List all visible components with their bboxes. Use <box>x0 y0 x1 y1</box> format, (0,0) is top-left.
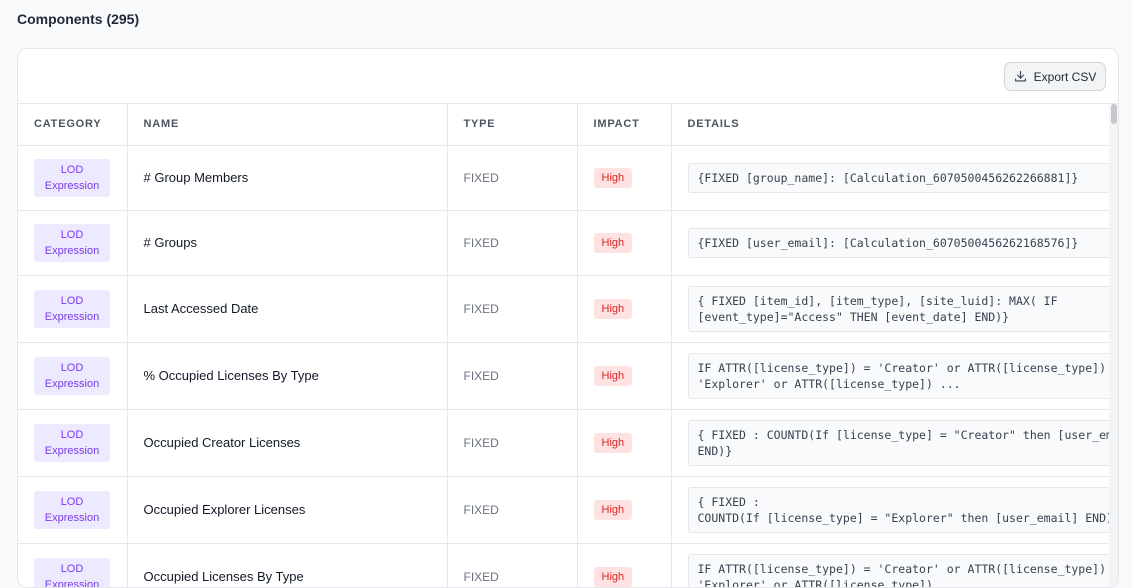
details-code: {FIXED [group_name]: [Calculation_607050… <box>688 163 1112 193</box>
column-header-name[interactable]: NAME <box>127 104 447 145</box>
components-card: Export CSV CATEGORY NAME TYPE IMPACT DET… <box>17 48 1119 588</box>
vertical-scrollbar[interactable] <box>1109 104 1118 588</box>
table-row[interactable]: LOD Expression Occupied Licenses By Type… <box>18 543 1111 588</box>
export-csv-label: Export CSV <box>1034 70 1097 84</box>
download-icon <box>1014 70 1027 83</box>
category-badge: LOD Expression <box>34 558 110 588</box>
category-badge: LOD Expression <box>34 159 110 197</box>
impact-badge: High <box>594 366 633 386</box>
export-csv-button[interactable]: Export CSV <box>1004 62 1106 91</box>
component-type: FIXED <box>447 543 577 588</box>
component-name: % Occupied Licenses By Type <box>127 342 447 409</box>
table-row[interactable]: LOD Expression Occupied Creator Licenses… <box>18 409 1111 476</box>
details-code: { FIXED : COUNTD(If [license_type] = "Ex… <box>688 487 1112 533</box>
details-code: { FIXED [item_id], [item_type], [site_lu… <box>688 286 1112 332</box>
impact-badge: High <box>594 168 633 188</box>
impact-badge: High <box>594 433 633 453</box>
table-row[interactable]: LOD Expression % Occupied Licenses By Ty… <box>18 342 1111 409</box>
component-name: Occupied Licenses By Type <box>127 543 447 588</box>
table-row[interactable]: LOD Expression # Groups FIXED High {FIXE… <box>18 210 1111 275</box>
category-badge: LOD Expression <box>34 224 110 262</box>
component-type: FIXED <box>447 275 577 342</box>
category-badge: LOD Expression <box>34 290 110 328</box>
impact-badge: High <box>594 500 633 520</box>
components-table-wrapper[interactable]: CATEGORY NAME TYPE IMPACT DETAILS LOD Ex… <box>18 104 1111 588</box>
table-header-row: CATEGORY NAME TYPE IMPACT DETAILS <box>18 104 1111 145</box>
component-name: Last Accessed Date <box>127 275 447 342</box>
table-row[interactable]: LOD Expression # Group Members FIXED Hig… <box>18 145 1111 210</box>
impact-badge: High <box>594 233 633 253</box>
component-type: FIXED <box>447 145 577 210</box>
component-type: FIXED <box>447 409 577 476</box>
component-name: # Groups <box>127 210 447 275</box>
page-title: Components (295) <box>17 11 139 27</box>
details-code: {FIXED [user_email]: [Calculation_607050… <box>688 228 1112 258</box>
component-type: FIXED <box>447 342 577 409</box>
details-code: { FIXED : COUNTD(If [license_type] = "Cr… <box>688 420 1112 466</box>
scrollbar-thumb[interactable] <box>1111 104 1117 124</box>
column-header-details[interactable]: DETAILS <box>671 104 1111 145</box>
category-badge: LOD Expression <box>34 491 110 529</box>
component-type: FIXED <box>447 476 577 543</box>
table-row[interactable]: LOD Expression Last Accessed Date FIXED … <box>18 275 1111 342</box>
component-type: FIXED <box>447 210 577 275</box>
impact-badge: High <box>594 299 633 319</box>
components-table: CATEGORY NAME TYPE IMPACT DETAILS LOD Ex… <box>18 104 1111 588</box>
component-name: Occupied Explorer Licenses <box>127 476 447 543</box>
component-name: Occupied Creator Licenses <box>127 409 447 476</box>
table-row[interactable]: LOD Expression Occupied Explorer License… <box>18 476 1111 543</box>
details-code: IF ATTR([license_type]) = 'Creator' or A… <box>688 353 1112 399</box>
column-header-category[interactable]: CATEGORY <box>18 104 127 145</box>
column-header-type[interactable]: TYPE <box>447 104 577 145</box>
impact-badge: High <box>594 567 633 587</box>
category-badge: LOD Expression <box>34 357 110 395</box>
category-badge: LOD Expression <box>34 424 110 462</box>
column-header-impact[interactable]: IMPACT <box>577 104 671 145</box>
component-name: # Group Members <box>127 145 447 210</box>
table-toolbar: Export CSV <box>18 49 1118 104</box>
